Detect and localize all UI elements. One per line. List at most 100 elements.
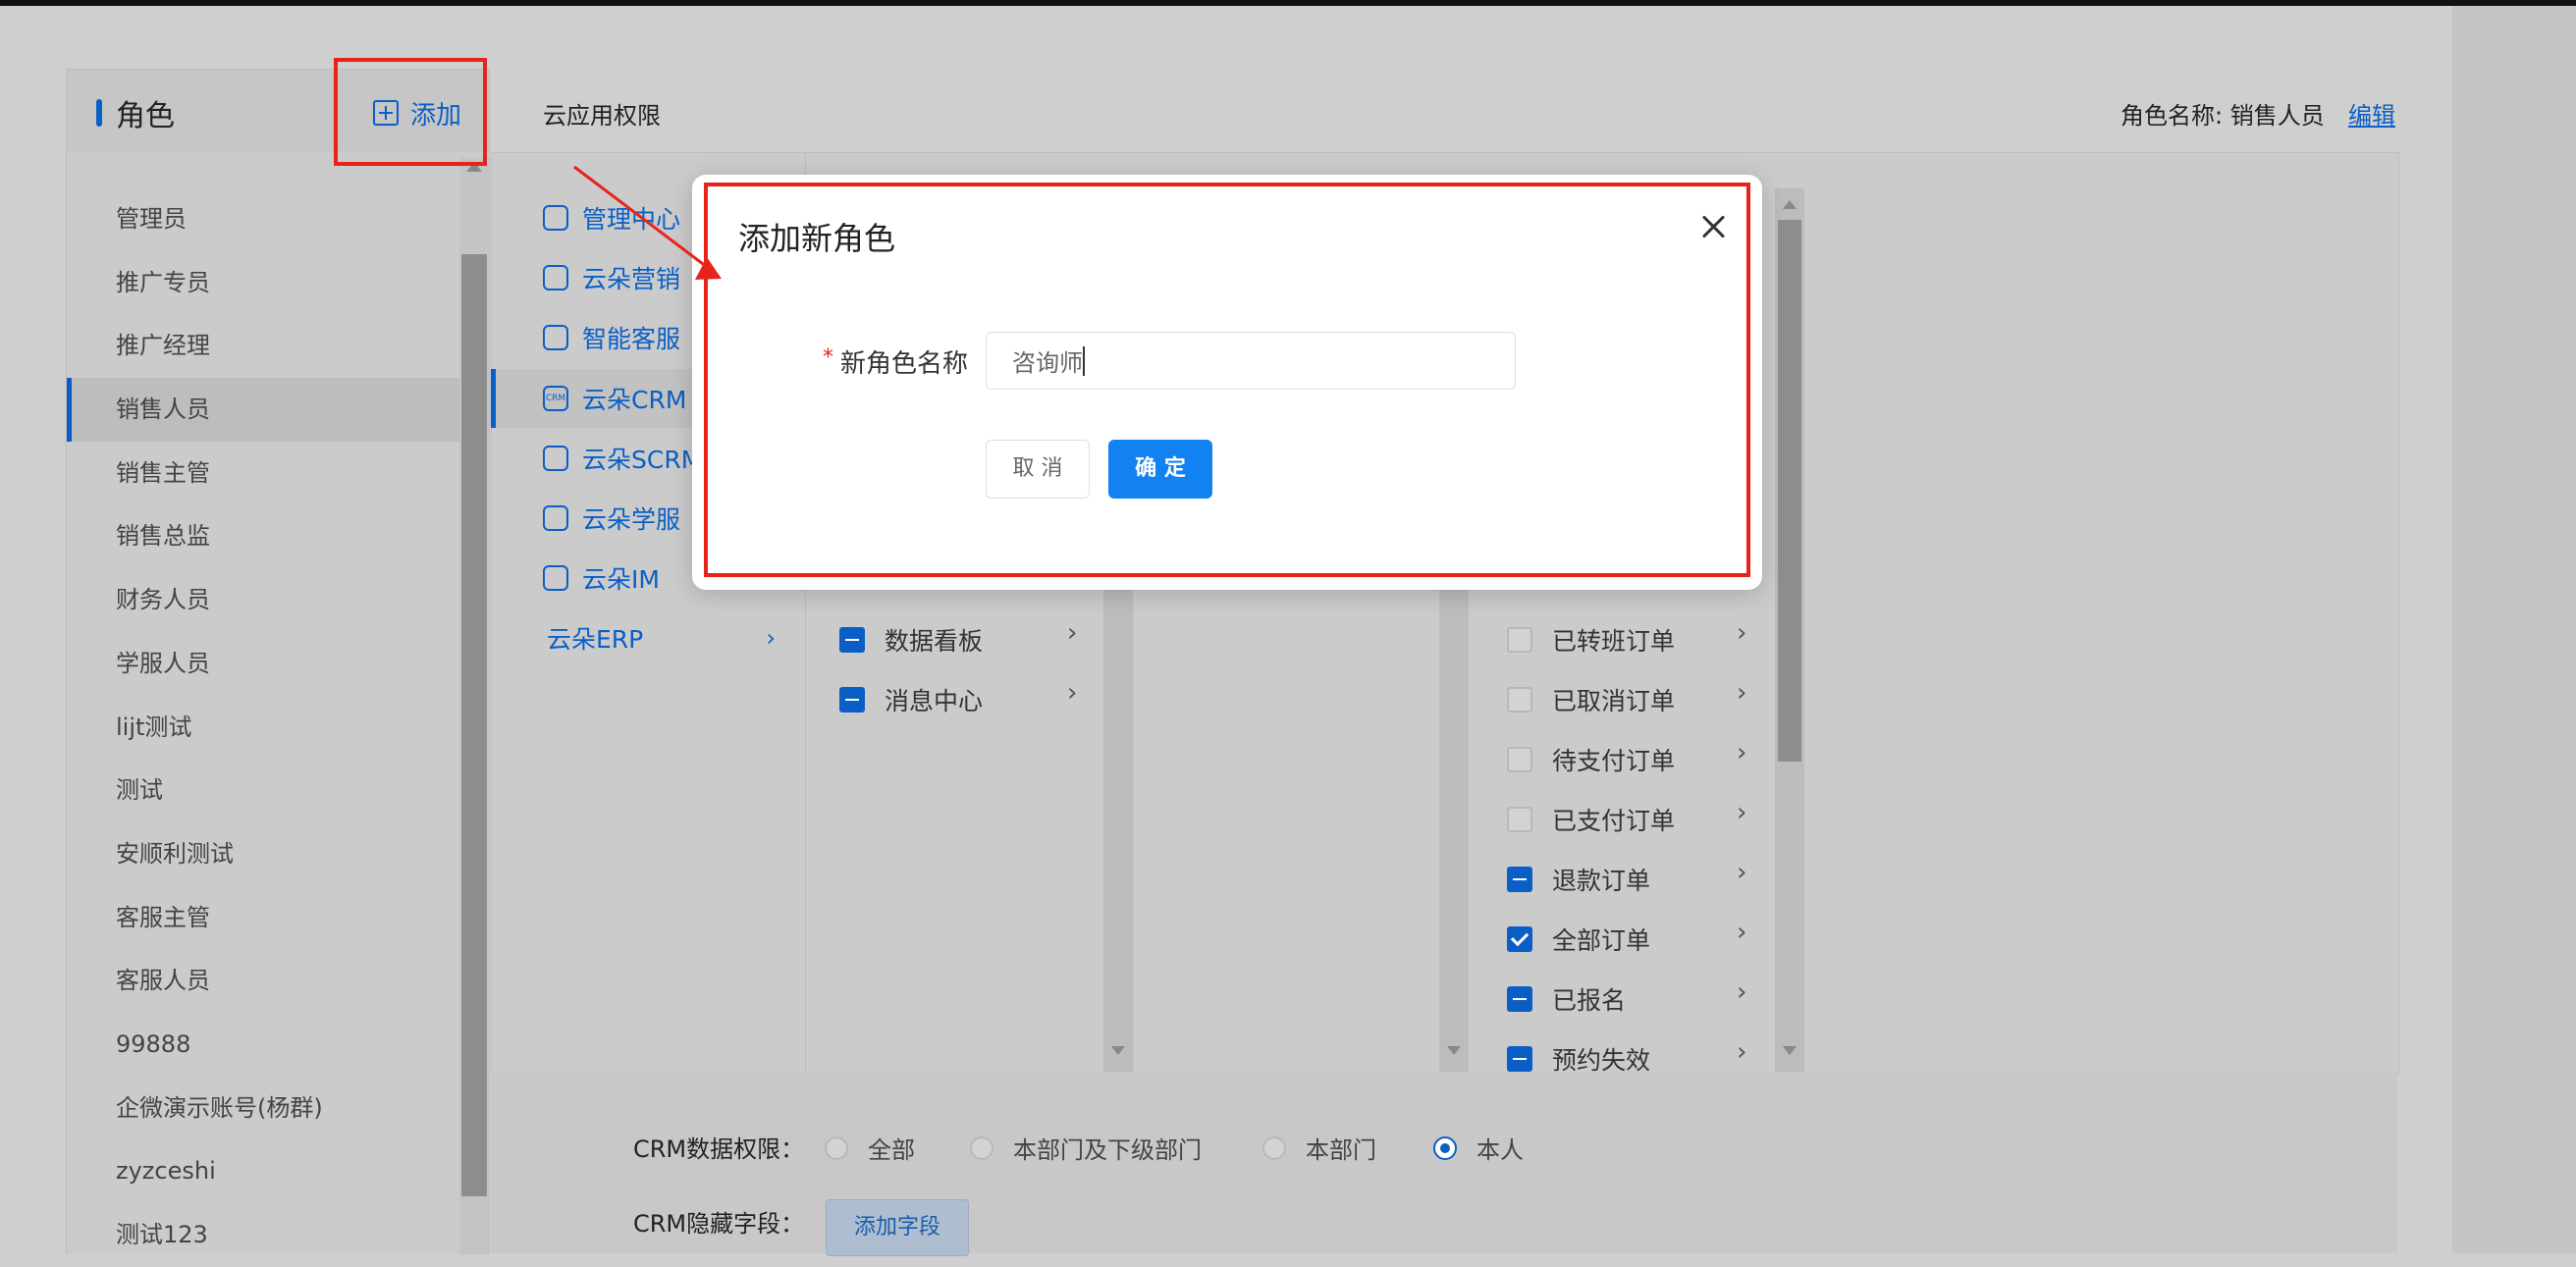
sub-permission-label: 待支付订单: [1552, 747, 1676, 775]
chevron-right-icon[interactable]: ›: [1737, 738, 1746, 767]
data-scope-radio[interactable]: 本部门: [1262, 1131, 1376, 1165]
role-item[interactable]: 测试: [67, 759, 459, 822]
role-item[interactable]: 销售总监: [67, 504, 459, 568]
role-item[interactable]: 客服主管: [67, 886, 459, 950]
radio-circle[interactable]: [825, 1135, 848, 1160]
sub-permission-item[interactable]: 已取消订单: [1507, 680, 1675, 719]
chevron-right-icon[interactable]: ›: [1737, 618, 1746, 648]
data-scope-radio[interactable]: 全部: [825, 1131, 915, 1165]
app-item-label: 云朵ERP: [547, 625, 644, 654]
data-scope-radio[interactable]: 本部门及下级部门: [970, 1131, 1202, 1165]
scrollbar-thumb[interactable]: [1778, 220, 1801, 762]
role-item[interactable]: 安顺利测试: [67, 822, 459, 886]
role-item[interactable]: 99888: [67, 1013, 459, 1077]
data-scope-radio[interactable]: 本人: [1433, 1131, 1524, 1165]
chevron-right-icon[interactable]: ›: [1737, 1037, 1746, 1067]
scroll-down-arrow-icon[interactable]: [1447, 1046, 1461, 1055]
checkbox[interactable]: [1507, 926, 1532, 952]
sub-permission-scrollbar[interactable]: [1775, 188, 1804, 1072]
graduation-cap-icon: [543, 505, 568, 531]
add-field-button[interactable]: 添加字段: [826, 1199, 969, 1256]
chat-bubble-icon: [543, 565, 568, 591]
sub-permission-item[interactable]: 退款订单: [1507, 860, 1650, 899]
role-item[interactable]: 推广经理: [67, 314, 459, 378]
checkbox[interactable]: [1507, 687, 1532, 713]
checkbox[interactable]: [1507, 986, 1532, 1012]
chevron-right-icon[interactable]: ›: [1737, 798, 1746, 827]
role-item[interactable]: 测试123: [67, 1203, 459, 1267]
role-list-scrollbar[interactable]: [459, 158, 489, 1254]
sub-permission-item[interactable]: 已支付订单: [1507, 800, 1675, 839]
submodule-list-scrollbar[interactable]: [1439, 569, 1469, 1072]
app-item[interactable]: 云朵ERP ›: [491, 608, 805, 667]
scroll-up-arrow-icon[interactable]: [1783, 200, 1797, 209]
roles-panel: 角色 添加 管理员 推广专员 推广经理 销售人员 销售主管 销售总监 财务人员 学服人员 lij…: [66, 69, 490, 1254]
role-item[interactable]: 推广专员: [67, 251, 459, 315]
chevron-right-icon[interactable]: ›: [1737, 858, 1746, 887]
sub-permission-label: 全部订单: [1552, 926, 1651, 955]
crm-card-icon: CRM: [543, 386, 568, 411]
module-item[interactable]: 数据看板: [839, 620, 983, 660]
module-item[interactable]: 消息中心: [839, 680, 983, 719]
chevron-right-icon[interactable]: ›: [1737, 678, 1746, 708]
module-item-label: 消息中心: [885, 687, 984, 715]
radio-label: 本部门及下级部门: [1013, 1136, 1202, 1164]
page-title: 云应用权限: [543, 102, 661, 130]
chevron-right-icon: ›: [766, 624, 776, 652]
radio-circle[interactable]: [970, 1135, 993, 1160]
radio-circle[interactable]: [1433, 1135, 1457, 1160]
role-list: 管理员 推广专员 推广经理 销售人员 销售主管 销售总监 财务人员 学服人员 lijt测试 测试安…: [67, 187, 459, 1267]
edit-role-link[interactable]: 编辑: [2348, 96, 2395, 131]
checkbox[interactable]: [1507, 747, 1532, 772]
checkbox[interactable]: [1507, 867, 1532, 892]
role-item[interactable]: zyzceshi: [67, 1139, 459, 1203]
app-item-label: 云朵营销: [582, 265, 681, 293]
role-item[interactable]: 企微演示账号(杨群): [67, 1077, 459, 1140]
sub-permission-label: 已支付订单: [1552, 807, 1676, 835]
sub-permission-label: 已转班订单: [1552, 627, 1676, 656]
scroll-down-arrow-icon[interactable]: [1783, 1046, 1797, 1055]
checkbox[interactable]: [1507, 807, 1532, 832]
module-list-scrollbar[interactable]: [1103, 569, 1133, 1072]
current-role-name: 角色名称: 销售人员: [2120, 102, 2325, 130]
checkbox[interactable]: [1507, 627, 1532, 653]
sub-permission-item[interactable]: 已报名: [1507, 979, 1626, 1019]
cube-icon: [543, 205, 568, 231]
role-item[interactable]: 销售主管: [67, 442, 459, 505]
chevron-right-icon[interactable]: ›: [1067, 678, 1077, 708]
checkbox[interactable]: [839, 687, 865, 713]
sub-permission-label: 已取消订单: [1552, 687, 1676, 715]
chevron-right-icon[interactable]: ›: [1067, 618, 1077, 648]
crm-hidden-fields-label: CRM隐藏字段：: [633, 1210, 805, 1238]
radio-label: 本部门: [1306, 1136, 1376, 1164]
role-item[interactable]: 财务人员: [67, 568, 459, 632]
module-item-label: 数据看板: [885, 627, 984, 656]
sub-permission-item[interactable]: 已转班订单: [1507, 620, 1675, 660]
app-item-label: 云朵IM: [582, 565, 660, 594]
app-item-label: 云朵SCRM: [582, 446, 703, 474]
chevron-right-icon[interactable]: ›: [1737, 918, 1746, 947]
radio-circle[interactable]: [1262, 1135, 1286, 1160]
checkbox[interactable]: [839, 627, 865, 653]
role-item[interactable]: 客服人员: [67, 949, 459, 1013]
app-item-label: 管理中心: [582, 205, 681, 234]
role-item[interactable]: 管理员: [67, 187, 459, 251]
roles-title: 角色: [116, 99, 175, 133]
highlight-box-add-button: [334, 58, 487, 166]
role-item[interactable]: 销售人员: [67, 378, 459, 442]
scroll-down-arrow-icon[interactable]: [1111, 1046, 1125, 1055]
role-item[interactable]: lijt测试: [67, 696, 459, 760]
chevron-right-icon[interactable]: ›: [1737, 977, 1746, 1007]
scrm-box-icon: [543, 446, 568, 471]
role-item[interactable]: 学服人员: [67, 632, 459, 696]
sub-permission-item[interactable]: 待支付订单: [1507, 740, 1675, 779]
sub-permission-label: 退款订单: [1552, 867, 1651, 895]
radio-label: 本人: [1476, 1136, 1524, 1164]
marketing-doc-icon: [543, 265, 568, 290]
radio-label: 全部: [868, 1136, 915, 1164]
sub-permission-item[interactable]: 全部订单: [1507, 920, 1650, 959]
scrollbar-thumb[interactable]: [461, 254, 487, 1196]
right-gutter: [2452, 6, 2576, 1253]
robot-icon: [543, 325, 568, 350]
checkbox[interactable]: [1507, 1046, 1532, 1072]
